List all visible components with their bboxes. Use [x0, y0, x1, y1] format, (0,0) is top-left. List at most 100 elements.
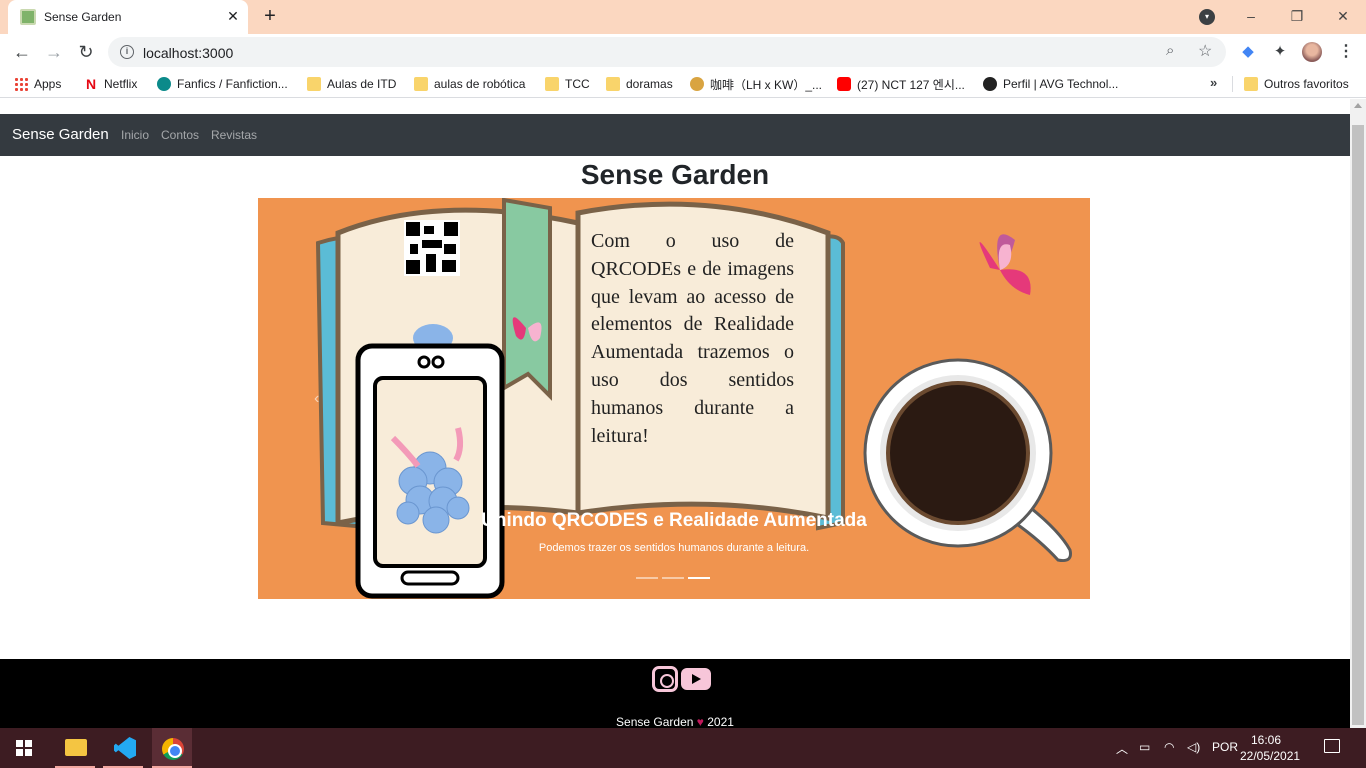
address-bar[interactable]: i localhost:3000 ⌕ ☆ [108, 37, 1226, 67]
folder-icon [606, 77, 620, 91]
bookmark-fanfics[interactable]: Fanfics / Fanfiction... [157, 75, 288, 93]
url-text[interactable]: localhost:3000 [143, 45, 233, 61]
bookmark-netflix[interactable]: N Netflix [84, 75, 137, 93]
bookmark-aulas-robotica[interactable]: aulas de robótica [414, 75, 525, 93]
folder-icon [545, 77, 559, 91]
carousel-next-icon[interactable]: › [1024, 390, 1029, 408]
carousel-indicator[interactable] [662, 577, 684, 579]
restore-button[interactable]: ❐ [1283, 4, 1311, 28]
volume-icon[interactable]: ◁) [1187, 740, 1200, 754]
new-tab-button[interactable]: + [259, 5, 281, 27]
windows-taskbar: ︿ ▭ ◠ ◁) POR 16:06 22/05/2021 [0, 728, 1366, 768]
bookmark-other-favorites[interactable]: Outros favoritos [1244, 75, 1349, 93]
battery-icon[interactable]: ▭ [1139, 740, 1150, 754]
bookmarks-bar: Apps N Netflix Fanfics / Fanfiction... A… [0, 70, 1366, 98]
site-footer: Sense Garden ♥ 2021 [0, 659, 1350, 728]
apps-grid-icon [14, 77, 28, 91]
carousel-indicators [636, 577, 710, 579]
page-viewport: Sense Garden Inicio Contos Revistas Sens… [0, 99, 1350, 728]
bookmark-star-icon[interactable]: ☆ [1198, 41, 1212, 61]
taskbar-file-explorer[interactable] [55, 728, 95, 768]
bookmark-label: Aulas de ITD [327, 77, 397, 91]
clock-time: 16:06 [1250, 733, 1282, 747]
language-indicator[interactable]: POR [1212, 740, 1238, 754]
nav-link-contos[interactable]: Contos [161, 128, 199, 142]
carousel-caption-title: Unindo QRCODES e Realidade Aumentada [481, 510, 867, 531]
bookmark-tcc[interactable]: TCC [545, 75, 590, 93]
tab-strip: Sense Garden ✕ + ▾ – ❐ ✕ [0, 0, 1366, 34]
site-navbar: Sense Garden Inicio Contos Revistas [0, 114, 1350, 156]
scroll-up-icon[interactable] [1354, 103, 1362, 108]
bookmarks-divider [1232, 76, 1233, 92]
bookmark-ribbon [502, 198, 552, 401]
bookmark-label: 咖啡（LH x KW）_... [710, 77, 823, 92]
scroll-thumb[interactable] [1352, 125, 1364, 725]
page-scrollbar[interactable] [1350, 99, 1366, 728]
slide-text: Com o uso de QRCODEs e de imagens que le… [591, 230, 794, 447]
nav-link-revistas[interactable]: Revistas [211, 128, 257, 142]
page-title: Sense Garden [580, 159, 770, 190]
vscode-icon [114, 737, 136, 759]
reload-icon[interactable]: ↻ [75, 41, 97, 63]
extensions-puzzle-icon[interactable]: ✦ [1270, 42, 1290, 62]
youtube-icon[interactable] [681, 668, 711, 690]
bookmark-label: Fanfics / Fanfiction... [177, 77, 288, 91]
minimize-button[interactable]: – [1237, 4, 1265, 28]
info-icon[interactable]: i [120, 45, 134, 59]
footer-brand: Sense Garden [616, 715, 694, 728]
navbar-brand[interactable]: Sense Garden [12, 126, 109, 143]
forward-arrow-icon[interactable]: → [43, 41, 65, 63]
folder-icon [414, 77, 428, 91]
file-explorer-icon [65, 739, 87, 756]
footer-year: 2021 [707, 715, 734, 728]
carousel-indicator-active[interactable] [688, 577, 710, 579]
site-favicon-icon [20, 9, 36, 25]
taskbar-vscode[interactable] [103, 728, 143, 768]
tray-chevron-icon[interactable]: ︿ [1116, 740, 1128, 757]
notifications-icon[interactable] [1324, 739, 1340, 753]
heart-icon: ♥ [696, 715, 704, 728]
bookmark-label: Outros favoritos [1264, 77, 1349, 91]
tab-search-icon[interactable]: ▾ [1199, 9, 1215, 25]
coffee-icon [690, 77, 704, 91]
carousel-caption-text: Podemos trazer os sentidos humanos duran… [538, 542, 810, 554]
carousel-prev-icon[interactable]: ‹ [314, 390, 319, 408]
bookmark-label: aulas de robótica [434, 77, 526, 91]
bookmark-aulas-itd[interactable]: Aulas de ITD [307, 75, 396, 93]
nav-link-inicio[interactable]: Inicio [121, 128, 149, 142]
menu-dots-icon[interactable]: ⋮ [1338, 41, 1354, 61]
tab-close-icon[interactable]: ✕ [224, 7, 242, 25]
back-arrow-icon[interactable]: ← [11, 41, 33, 63]
folder-icon [1244, 77, 1258, 91]
bookmark-youtube-nct[interactable]: (27) NCT 127 엔시... [837, 75, 965, 93]
instagram-icon[interactable] [652, 666, 678, 692]
windows-start-icon[interactable] [16, 740, 32, 756]
bookmarks-overflow-icon[interactable]: » [1210, 75, 1217, 90]
zoom-icon[interactable]: ⌕ [1166, 42, 1174, 59]
qr-code [404, 220, 460, 276]
taskbar-chrome[interactable] [152, 728, 192, 768]
tab-title: Sense Garden [44, 10, 122, 24]
social-links [652, 666, 711, 692]
youtube-icon [837, 77, 851, 91]
footer-copyright: Sense Garden ♥ 2021 [0, 715, 1350, 728]
bookmark-label: Apps [34, 77, 62, 91]
avg-icon [983, 77, 997, 91]
profile-avatar[interactable] [1302, 42, 1322, 62]
chrome-icon [162, 738, 184, 760]
bookmark-apps[interactable]: Apps [14, 75, 61, 93]
carousel: Com o uso de QRCODEs e de imagens que le… [258, 198, 1090, 599]
bookmark-label: doramas [626, 77, 673, 91]
bookmark-avg[interactable]: Perfil | AVG Technol... [983, 75, 1118, 93]
clock-date: 22/05/2021 [1240, 749, 1301, 763]
browser-tab[interactable]: Sense Garden ✕ [8, 0, 248, 34]
taskbar-clock[interactable]: 16:06 22/05/2021 [1240, 732, 1301, 764]
carousel-indicator[interactable] [636, 577, 658, 579]
wifi-icon[interactable]: ◠ [1164, 740, 1174, 754]
butterfly-illustration [979, 234, 1031, 295]
window-close-button[interactable]: ✕ [1329, 4, 1357, 28]
bookmark-doramas[interactable]: doramas [606, 75, 673, 93]
bookmark-label: Perfil | AVG Technol... [1003, 77, 1119, 91]
bookmark-coffee[interactable]: 咖啡（LH x KW）_... [690, 75, 822, 93]
extension-graduation-icon[interactable]: ◆ [1238, 42, 1258, 62]
